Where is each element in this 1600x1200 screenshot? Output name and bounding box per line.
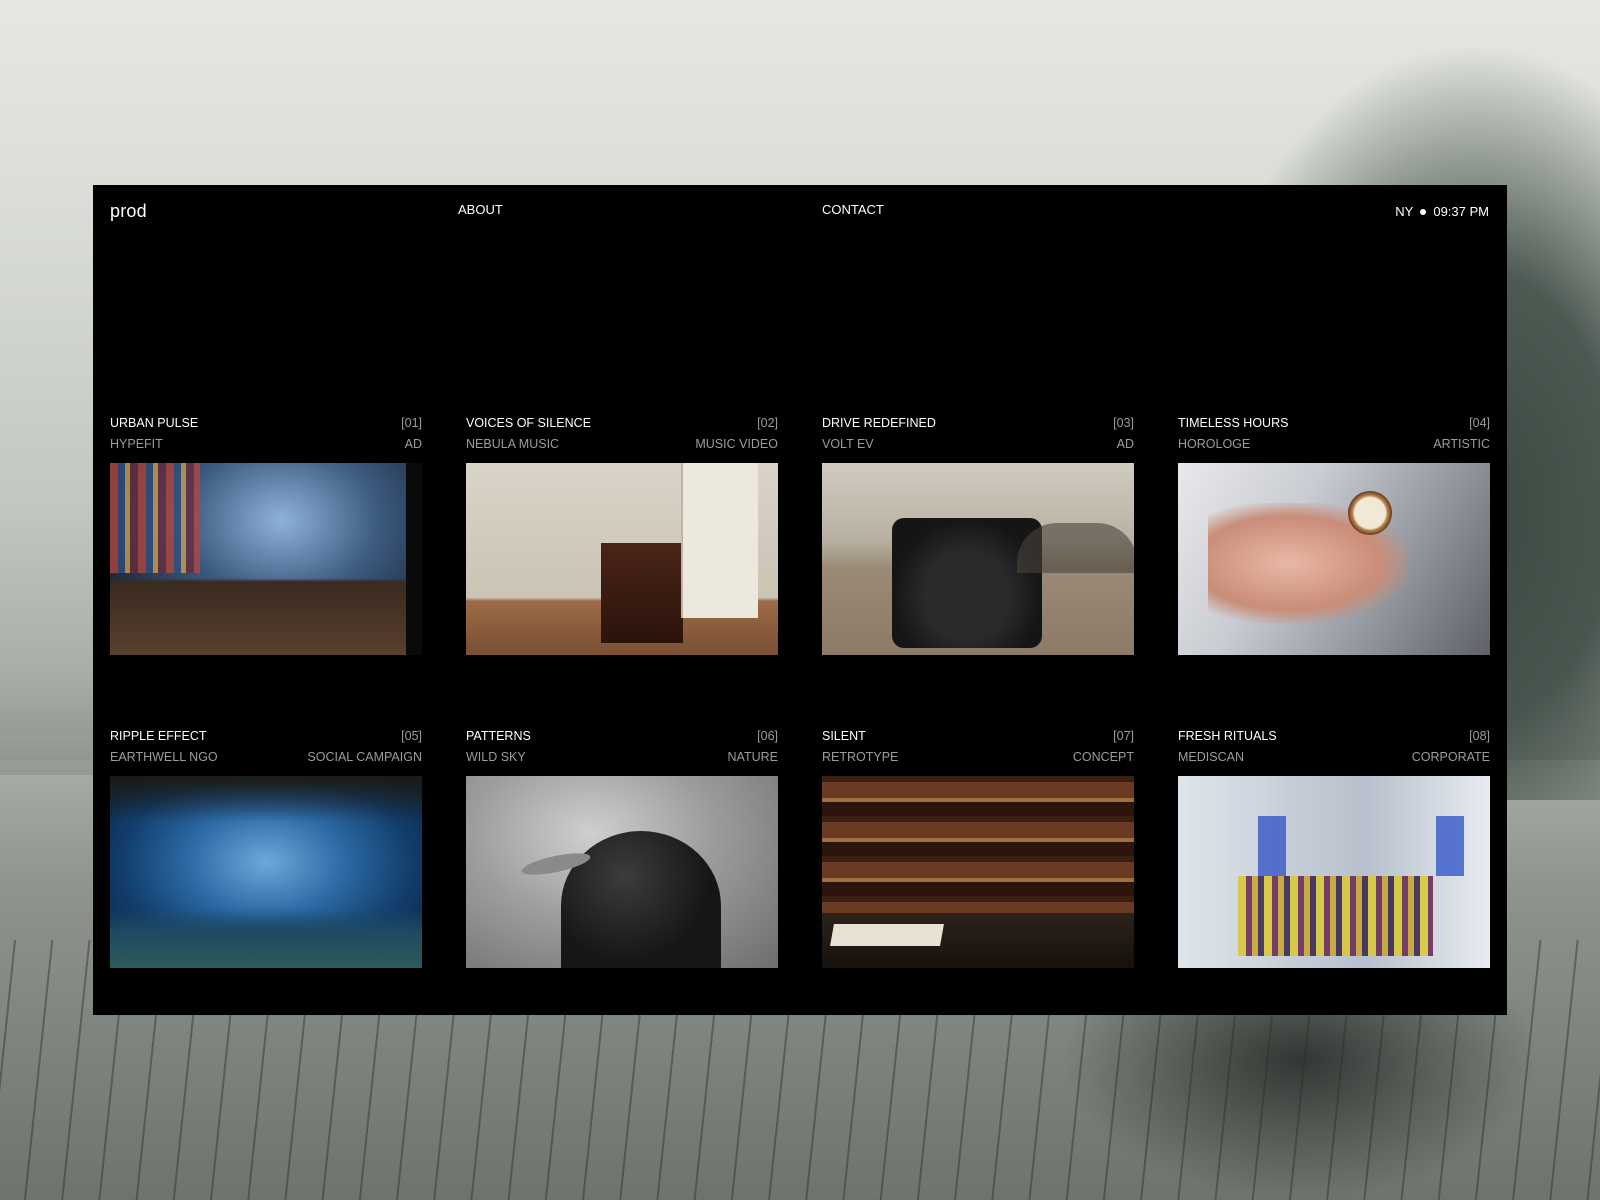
project-client: RETROTYPE — [822, 750, 899, 764]
project-card-patterns[interactable]: PATTERNS [06] WILD SKY NATURE — [466, 726, 778, 968]
project-card-ripple-effect[interactable]: RIPPLE EFFECT [05] EARTHWELL NGO SOCIAL CA… — [110, 726, 422, 968]
project-index: [03] — [1113, 416, 1134, 430]
project-client: NEBULA MUSIC — [466, 437, 560, 451]
project-title: DRIVE REDEFINED — [822, 416, 936, 430]
project-client: HOROLOGE — [1178, 437, 1251, 451]
project-title: SILENT — [822, 729, 866, 743]
project-client: HYPEFIT — [110, 437, 163, 451]
project-title: VOICES OF SILENCE — [466, 416, 592, 430]
project-index: [01] — [401, 416, 422, 430]
project-card-drive-redefined[interactable]: DRIVE REDEFINED [03] VOLT EV AD — [822, 413, 1134, 655]
project-category: NATURE — [727, 750, 778, 764]
project-index: [08] — [1469, 729, 1490, 743]
project-thumbnail[interactable] — [466, 463, 778, 655]
location-clock: NY 09:37 PM — [1395, 204, 1489, 219]
project-index: [02] — [757, 416, 778, 430]
project-category: CORPORATE — [1411, 750, 1490, 764]
project-card-voices-of-silence[interactable]: VOICES OF SILENCE [02] NEBULA MUSIC MUSIC … — [466, 413, 778, 655]
project-index: [06] — [757, 729, 778, 743]
nav-about-link[interactable]: ABOUT — [458, 202, 503, 217]
project-thumbnail[interactable] — [110, 463, 422, 655]
project-category: ARTISTIC — [1433, 437, 1490, 451]
project-card-silent[interactable]: SILENT [07] RETROTYPE CONCEPT — [822, 726, 1134, 968]
project-title: FRESH RITUALS — [1178, 729, 1277, 743]
project-title: URBAN PULSE — [110, 416, 199, 430]
project-thumbnail[interactable] — [1178, 463, 1490, 655]
project-index: [07] — [1113, 729, 1134, 743]
project-thumbnail[interactable] — [110, 776, 422, 968]
project-client: WILD SKY — [466, 750, 526, 764]
project-category: AD — [404, 437, 422, 451]
project-client: EARTHWELL NGO — [110, 750, 218, 764]
project-title: PATTERNS — [466, 729, 531, 743]
project-title: TIMELESS HOURS — [1178, 416, 1289, 430]
project-category: CONCEPT — [1072, 750, 1134, 764]
location-label: NY — [1395, 204, 1414, 219]
project-card-fresh-rituals[interactable]: FRESH RITUALS [08] MEDISCAN CORPORATE — [1178, 726, 1490, 968]
project-thumbnail[interactable] — [822, 463, 1134, 655]
project-thumbnail[interactable] — [822, 776, 1134, 968]
project-category: AD — [1116, 437, 1134, 451]
project-card-urban-pulse[interactable]: URBAN PULSE [01] HYPEFIT AD — [110, 413, 422, 655]
project-card-timeless-hours[interactable]: TIMELESS HOURS [04] HOROLOGE ARTISTIC — [1178, 413, 1490, 655]
project-client: MEDISCAN — [1178, 750, 1244, 764]
project-thumbnail[interactable] — [1178, 776, 1490, 968]
project-index: [05] — [401, 729, 422, 743]
project-category: MUSIC VIDEO — [695, 437, 778, 451]
project-index: [04] — [1469, 416, 1490, 430]
portfolio-window: prod ABOUT CONTACT NY 09:37 PM URBAN PUL… — [93, 185, 1507, 1015]
dot-separator-icon — [1420, 208, 1427, 215]
project-client: VOLT EV — [822, 437, 874, 451]
project-title: RIPPLE EFFECT — [110, 729, 207, 743]
logo[interactable]: prod — [110, 201, 147, 222]
top-bar: prod ABOUT CONTACT NY 09:37 PM — [93, 185, 1507, 245]
nav-contact-link[interactable]: CONTACT — [822, 202, 884, 217]
time-label: 09:37 PM — [1433, 204, 1489, 219]
project-thumbnail[interactable] — [466, 776, 778, 968]
project-category: SOCIAL CAMPAIGN — [307, 750, 422, 764]
